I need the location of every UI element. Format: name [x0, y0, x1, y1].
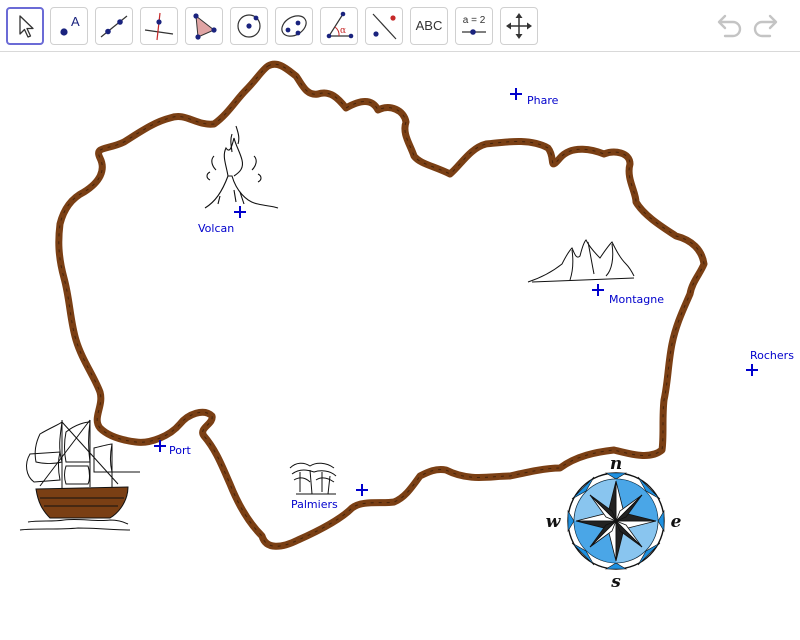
svg-text:a = 2: a = 2 — [463, 15, 486, 26]
undo-icon[interactable] — [713, 10, 745, 42]
point-palmiers[interactable] — [356, 484, 368, 496]
point-tool-button[interactable]: A — [50, 7, 88, 45]
label-phare: Phare — [527, 94, 559, 107]
angle-icon: α — [326, 11, 354, 39]
circle-tool-button[interactable] — [230, 7, 268, 45]
perpendicular-line-icon — [144, 12, 174, 41]
text-icon: ABC — [415, 18, 443, 33]
move-tool-button[interactable] — [6, 7, 44, 45]
line-through-points-icon — [100, 15, 128, 38]
move-graphics-tool-button[interactable] — [500, 7, 538, 45]
point-rochers[interactable] — [746, 364, 758, 376]
label-rochers: Rochers — [750, 349, 794, 362]
palm-trees-drawing — [289, 462, 337, 495]
point-label-icon: A — [60, 14, 80, 36]
ellipse-icon — [281, 15, 307, 37]
compass-west: w — [546, 512, 562, 532]
mountain-drawing — [527, 239, 635, 283]
angle-tool-button[interactable]: α — [320, 7, 358, 45]
polygon-icon — [193, 13, 217, 40]
svg-text:α: α — [340, 26, 346, 36]
compass-rose: n e s w — [546, 454, 682, 592]
label-volcan: Volcan — [198, 222, 235, 235]
redo-icon[interactable] — [750, 10, 782, 42]
slider-tool-button[interactable]: a = 2 — [455, 7, 493, 45]
graphics-view[interactable]: n e s w Phare Volcan Montagne Rochers Po… — [0, 52, 800, 640]
points — [154, 88, 758, 496]
treasure-map-drawing: n e s w — [19, 60, 758, 592]
label-montagne: Montagne — [609, 293, 664, 306]
reflect-about-line-icon — [372, 13, 397, 40]
move-arrows-icon — [506, 13, 532, 39]
slider-icon: a = 2 — [462, 15, 486, 35]
toolbar: A α ABC a = 2 — [0, 0, 800, 52]
compass-south: s — [610, 572, 621, 592]
compass-north: n — [610, 454, 622, 474]
perpendicular-tool-button[interactable] — [140, 7, 178, 45]
label-palmiers: Palmiers — [291, 498, 338, 511]
point-montagne[interactable] — [592, 284, 604, 296]
label-port: Port — [169, 444, 191, 457]
polygon-tool-button[interactable] — [185, 7, 223, 45]
text-tool-button[interactable]: ABC — [410, 7, 448, 45]
svg-text:A: A — [71, 14, 80, 29]
compass-east: e — [671, 512, 682, 532]
line-tool-button[interactable] — [95, 7, 133, 45]
arrow-cursor-icon — [19, 15, 34, 38]
point-volcan[interactable] — [234, 206, 246, 218]
conic-tool-button[interactable] — [275, 7, 313, 45]
circle-center-point-icon — [237, 14, 261, 38]
reflect-tool-button[interactable] — [365, 7, 403, 45]
volcano-drawing — [204, 125, 279, 209]
point-phare[interactable] — [510, 88, 522, 100]
